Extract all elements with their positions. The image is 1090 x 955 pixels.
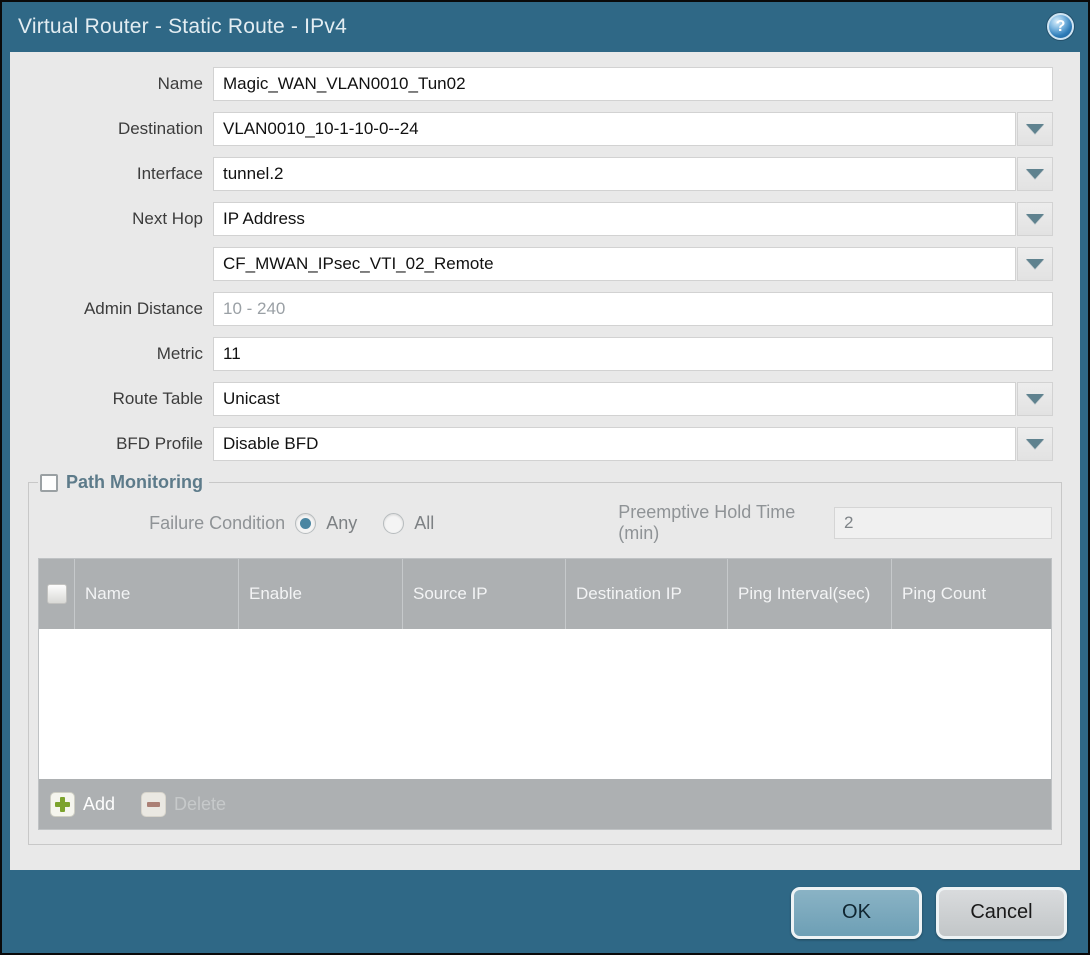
titlebar: Virtual Router - Static Route - IPv4 ?	[2, 2, 1088, 52]
failure-condition-label: Failure Condition	[38, 513, 295, 534]
form-row-bfd-profile: BFD Profile	[10, 427, 1053, 461]
table-toolbar: Add Delete	[39, 779, 1051, 829]
next-hop-label: Next Hop	[10, 209, 213, 229]
dialog-footer: OK Cancel	[2, 870, 1088, 955]
path-monitoring-table: Name Enable Source IP Destination IP Pin…	[38, 558, 1052, 830]
column-header-source-ip[interactable]: Source IP	[403, 559, 566, 629]
delete-button[interactable]: Delete	[141, 792, 226, 817]
failure-condition-option-any: Any	[295, 513, 357, 534]
interface-input[interactable]	[213, 157, 1016, 191]
form-row-name: Name	[10, 67, 1053, 101]
add-button-label: Add	[83, 794, 115, 815]
form-row-route-table: Route Table	[10, 382, 1053, 416]
help-icon[interactable]: ?	[1047, 13, 1074, 40]
column-header-ping-interval[interactable]: Ping Interval(sec)	[728, 559, 892, 629]
bfd-profile-label: BFD Profile	[10, 434, 213, 454]
cancel-button[interactable]: Cancel	[936, 887, 1067, 939]
chevron-down-icon	[1026, 169, 1044, 179]
chevron-down-icon	[1026, 394, 1044, 404]
radio-dot	[300, 518, 311, 529]
route-table-input[interactable]	[213, 382, 1016, 416]
path-monitoring-title: Path Monitoring	[66, 472, 203, 493]
next-hop-type-dropdown-button[interactable]	[1017, 202, 1053, 236]
next-hop-address-dropdown-button[interactable]	[1017, 247, 1053, 281]
form-row-destination: Destination	[10, 112, 1053, 146]
chevron-down-icon	[1026, 259, 1044, 269]
path-monitoring-legend: Path Monitoring	[38, 472, 209, 493]
failure-condition-option-all: All	[383, 513, 434, 534]
radio-all-label: All	[414, 513, 434, 534]
failure-condition-row: Failure Condition Any All Preemptive Hol…	[38, 505, 1052, 541]
column-header-name[interactable]: Name	[75, 559, 239, 629]
table-header-checkbox-cell	[39, 559, 75, 629]
route-table-dropdown-button[interactable]	[1017, 382, 1053, 416]
chevron-down-icon	[1026, 124, 1044, 134]
form-row-next-hop: Next Hop	[10, 202, 1053, 236]
path-monitoring-section: Path Monitoring Failure Condition Any Al…	[28, 472, 1062, 845]
next-hop-address-input[interactable]	[213, 247, 1016, 281]
radio-all[interactable]	[383, 513, 404, 534]
radio-any-label: Any	[326, 513, 357, 534]
chevron-down-icon	[1026, 439, 1044, 449]
name-input[interactable]	[213, 67, 1053, 101]
column-header-enable[interactable]: Enable	[239, 559, 403, 629]
destination-label: Destination	[10, 119, 213, 139]
destination-input[interactable]	[213, 112, 1016, 146]
static-route-dialog: Virtual Router - Static Route - IPv4 ? N…	[0, 0, 1090, 955]
next-hop-type-input[interactable]	[213, 202, 1016, 236]
column-header-ping-count[interactable]: Ping Count	[892, 559, 1051, 629]
path-monitoring-checkbox[interactable]	[40, 474, 58, 492]
select-all-checkbox[interactable]	[47, 584, 67, 604]
dialog-content: Name Destination Interface	[10, 52, 1080, 870]
bfd-profile-dropdown-button[interactable]	[1017, 427, 1053, 461]
preemptive-hold-time-input[interactable]	[834, 507, 1052, 539]
admin-distance-input[interactable]	[213, 292, 1053, 326]
delete-button-label: Delete	[174, 794, 226, 815]
preemptive-hold-time-label: Preemptive Hold Time (min)	[618, 502, 824, 544]
ok-button[interactable]: OK	[791, 887, 922, 939]
table-body-empty[interactable]	[39, 629, 1051, 779]
interface-label: Interface	[10, 164, 213, 184]
form-row-admin-distance: Admin Distance	[10, 292, 1053, 326]
column-header-destination-ip[interactable]: Destination IP	[566, 559, 728, 629]
metric-input[interactable]	[213, 337, 1053, 371]
table-header-row: Name Enable Source IP Destination IP Pin…	[39, 559, 1051, 629]
destination-dropdown-button[interactable]	[1017, 112, 1053, 146]
name-label: Name	[10, 74, 213, 94]
dialog-title: Virtual Router - Static Route - IPv4	[18, 15, 347, 39]
bfd-profile-input[interactable]	[213, 427, 1016, 461]
radio-any[interactable]	[295, 513, 316, 534]
form-row-metric: Metric	[10, 337, 1053, 371]
minus-icon	[141, 792, 166, 817]
route-table-label: Route Table	[10, 389, 213, 409]
interface-dropdown-button[interactable]	[1017, 157, 1053, 191]
form-row-interface: Interface	[10, 157, 1053, 191]
chevron-down-icon	[1026, 214, 1044, 224]
add-button[interactable]: Add	[50, 792, 115, 817]
form-row-next-hop-value	[10, 247, 1053, 281]
metric-label: Metric	[10, 344, 213, 364]
admin-distance-label: Admin Distance	[10, 299, 213, 319]
plus-icon	[50, 792, 75, 817]
